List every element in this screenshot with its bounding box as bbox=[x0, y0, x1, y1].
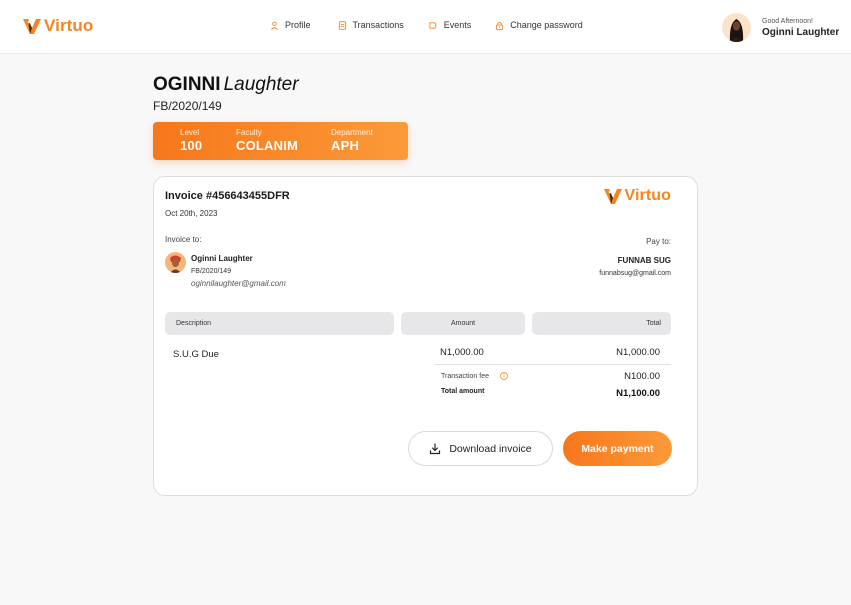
virtuo-logo-icon bbox=[23, 19, 41, 34]
download-invoice-label: Download invoice bbox=[449, 442, 532, 455]
info-faculty: Faculty COLANIM bbox=[236, 128, 298, 153]
item-description: S.U.G Due bbox=[173, 349, 219, 360]
brand-name: Virtuo bbox=[624, 187, 671, 204]
total-amount-value: N1,100.00 bbox=[616, 388, 660, 399]
nav-item-label: Transactions bbox=[352, 20, 404, 30]
invoice-card: Invoice #456643455DFR Oct 20th, 2023 Vir… bbox=[153, 176, 698, 496]
user-name: Oginni Laughter bbox=[762, 26, 840, 38]
customer-id: FB/2020/149 bbox=[191, 268, 232, 275]
customer-photo-icon bbox=[170, 255, 181, 273]
column-header-description: Description bbox=[165, 312, 394, 335]
info-level: Level 100 bbox=[180, 128, 202, 153]
nav-item-events[interactable]: Events bbox=[429, 20, 472, 30]
nav-item-label: Profile bbox=[285, 20, 311, 30]
transaction-fee-label: Transaction fee ! bbox=[441, 372, 508, 380]
fee-label-text: Transaction fee bbox=[441, 372, 489, 380]
nav-item-change-password[interactable]: Change password bbox=[495, 20, 583, 30]
virtuo-logo-icon bbox=[604, 189, 623, 204]
document-icon bbox=[338, 20, 346, 30]
main-nav: Profile Transactions Events Change passw… bbox=[270, 20, 583, 30]
info-value: 100 bbox=[180, 138, 203, 153]
ticket-icon bbox=[429, 21, 437, 29]
invoice-brand-logo: Virtuo bbox=[603, 186, 671, 206]
user-menu[interactable]: Good Afternoon! Oginni Laughter bbox=[722, 13, 839, 42]
student-name: OGINNI Laughter bbox=[153, 74, 299, 96]
column-header-amount: Amount bbox=[401, 312, 525, 335]
student-first-name: Laughter bbox=[223, 74, 299, 95]
top-navigation-bar: Virtuo Profile Transactions Events Chang… bbox=[0, 0, 851, 54]
invoice-to-label: Invoice to: bbox=[165, 235, 202, 244]
info-department: Department APH bbox=[331, 128, 373, 153]
user-photo-icon bbox=[729, 19, 744, 42]
info-label: Department bbox=[331, 128, 373, 137]
item-amount: N1,000.00 bbox=[440, 347, 484, 358]
info-label: Level bbox=[180, 128, 200, 137]
info-icon[interactable]: ! bbox=[500, 372, 508, 380]
brand-logo[interactable]: Virtuo bbox=[22, 16, 93, 36]
pay-to-label: Pay to: bbox=[646, 237, 671, 246]
make-payment-button[interactable]: Make payment bbox=[563, 431, 672, 466]
nav-item-transactions[interactable]: Transactions bbox=[338, 20, 404, 30]
download-icon bbox=[430, 442, 441, 454]
download-invoice-button[interactable]: Download invoice bbox=[408, 431, 553, 466]
customer-name: Oginni Laughter bbox=[191, 254, 253, 263]
greeting-text: Good Afternoon! bbox=[762, 17, 813, 25]
info-value: APH bbox=[331, 138, 360, 153]
column-header-total: Total bbox=[532, 312, 671, 335]
nav-item-profile[interactable]: Profile bbox=[270, 20, 311, 30]
brand-name: Virtuo bbox=[44, 16, 94, 35]
payee-name: FUNNAB SUG bbox=[617, 256, 671, 265]
invoice-title: Invoice #456643455DFR bbox=[165, 190, 290, 202]
transaction-fee-value: N100.00 bbox=[624, 371, 660, 382]
customer-avatar bbox=[165, 252, 186, 273]
info-value: COLANIM bbox=[236, 138, 299, 153]
item-total: N1,000.00 bbox=[616, 347, 660, 358]
invoice-date: Oct 20th, 2023 bbox=[165, 209, 218, 218]
user-icon bbox=[271, 20, 278, 30]
customer-email: oginnilaughter@gmail.com bbox=[191, 279, 286, 288]
payee-email: funnabsug@gmail.com bbox=[599, 270, 671, 277]
info-label: Faculty bbox=[236, 128, 262, 137]
lock-icon bbox=[496, 21, 504, 30]
total-amount-label: Total amount bbox=[441, 388, 485, 395]
divider bbox=[435, 364, 671, 365]
nav-item-label: Change password bbox=[510, 20, 583, 30]
user-avatar[interactable] bbox=[722, 13, 751, 42]
nav-item-label: Events bbox=[443, 20, 472, 30]
student-matric-number: FB/2020/149 bbox=[153, 99, 222, 113]
student-surname: OGINNI bbox=[153, 74, 221, 95]
student-info-bar: Level 100 Faculty COLANIM Department APH bbox=[153, 122, 408, 160]
